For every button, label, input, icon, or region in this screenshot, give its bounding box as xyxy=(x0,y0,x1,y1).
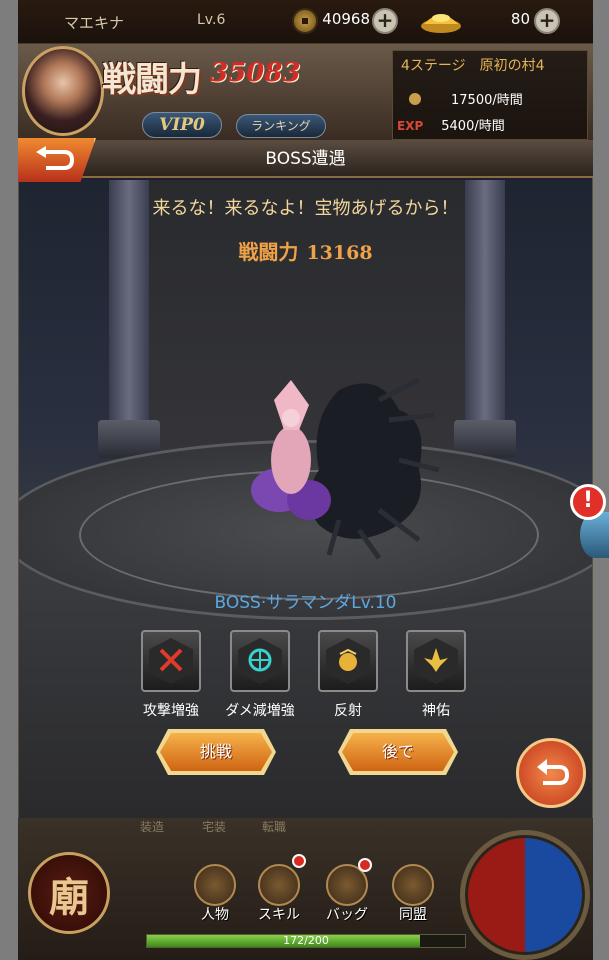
hidden-label-equip: 装造 xyxy=(140,820,165,834)
shield-target-icon xyxy=(248,648,272,672)
boss-arena: 来るな！来るなよ！宝物あげるから！ 戦闘力 13168 BOSS·サラマンダLv.… xyxy=(19,180,592,818)
nav-character[interactable]: 人物 xyxy=(185,904,245,924)
bag-notification-dot xyxy=(358,858,372,872)
skill-label-attack: 攻撃増強 xyxy=(143,703,199,719)
boss-name: BOSS·サラマンダLv.10 xyxy=(214,593,397,613)
player-name: マエキナ xyxy=(64,14,125,32)
skill-damage-reduction[interactable] xyxy=(230,630,290,692)
boss-power: 戦闘力 13168 xyxy=(19,236,592,265)
player-avatar[interactable] xyxy=(22,46,104,136)
later-button[interactable]: 後で xyxy=(342,733,454,771)
left-pillar xyxy=(109,180,149,450)
emblem-glyph: 廟 xyxy=(49,874,89,921)
ranking-button[interactable]: ランキング xyxy=(236,114,326,138)
crossed-swords-icon xyxy=(159,648,183,672)
hp-mp-orb xyxy=(460,830,590,960)
exp-rate-row: EXP 5400/時間 xyxy=(397,115,505,134)
add-coins-button[interactable]: + xyxy=(372,8,398,34)
vip-button[interactable]: VIP0 xyxy=(142,112,222,138)
alliance-icon[interactable] xyxy=(392,864,434,906)
coin-rate: 17500/時間 xyxy=(451,93,523,108)
boss-tagline: 来るな！来るなよ！宝物あげるから！ xyxy=(152,198,459,219)
hidden-label-outfit: 宅装 xyxy=(202,820,227,834)
skill-attack-boost[interactable] xyxy=(141,630,201,692)
power-label: 戦闘力 xyxy=(102,60,202,100)
skill-notification-dot xyxy=(292,854,306,868)
boss-salamander xyxy=(251,377,440,560)
golden-emblem-icon xyxy=(424,648,448,672)
boss-power-value: 13168 xyxy=(306,242,373,264)
player-level: Lv.6 xyxy=(197,12,226,28)
skill-label-reflect: 反射 xyxy=(334,703,362,719)
boss-power-label: 戦闘力 xyxy=(238,240,299,264)
exp-rate: 5400/時間 xyxy=(441,119,505,134)
coin-count: 40968 xyxy=(322,10,370,28)
nav-bag[interactable]: バッグ xyxy=(317,904,377,924)
game-screen: マエキナ Lv.6 40968 + 80 + 戦闘力 35083 VIP0 ラン… xyxy=(0,0,609,960)
exp-bar: 172/200 xyxy=(146,934,466,948)
coin-rate-icon xyxy=(409,93,421,105)
right-pillar xyxy=(465,180,505,450)
back-arrow-icon xyxy=(36,146,75,170)
exp-text: 172/200 xyxy=(283,934,329,947)
hidden-label-job: 転職 xyxy=(262,820,287,834)
dialog-title: BOSS遭遇 xyxy=(18,140,593,178)
challenge-button[interactable]: 挑戦 xyxy=(160,733,272,771)
power-value: 35083 xyxy=(210,58,301,88)
skill-reflect[interactable] xyxy=(318,630,378,692)
stage-title: 4ステージ 原初の村4 xyxy=(401,58,545,74)
nav-alliance[interactable]: 同盟 xyxy=(383,904,443,924)
gold-count: 80 xyxy=(510,10,530,28)
character-icon[interactable] xyxy=(194,864,236,906)
coin-rate-row: 17500/時間 xyxy=(397,89,523,108)
skill-label-blessing: 神佑 xyxy=(422,703,450,719)
skill-label-damage-reduction: ダメ減増強 xyxy=(225,703,295,719)
coin-icon xyxy=(292,8,318,34)
exp-label: EXP xyxy=(397,119,424,133)
stage-info[interactable]: 4ステージ 原初の村4 17500/時間 EXP 5400/時間 xyxy=(392,50,588,140)
return-button[interactable] xyxy=(516,738,586,808)
guild-emblem[interactable]: 廟 xyxy=(28,852,110,934)
nav-skill[interactable]: スキル xyxy=(249,904,309,924)
reflect-orb-icon xyxy=(339,648,357,671)
add-gold-button[interactable]: + xyxy=(534,8,560,34)
alert-badge[interactable]: ! xyxy=(570,484,606,520)
skill-icon[interactable] xyxy=(258,864,300,906)
skill-divine-blessing[interactable] xyxy=(406,630,466,692)
return-arrow-icon xyxy=(537,759,570,785)
gold-ingot-icon xyxy=(421,14,461,33)
